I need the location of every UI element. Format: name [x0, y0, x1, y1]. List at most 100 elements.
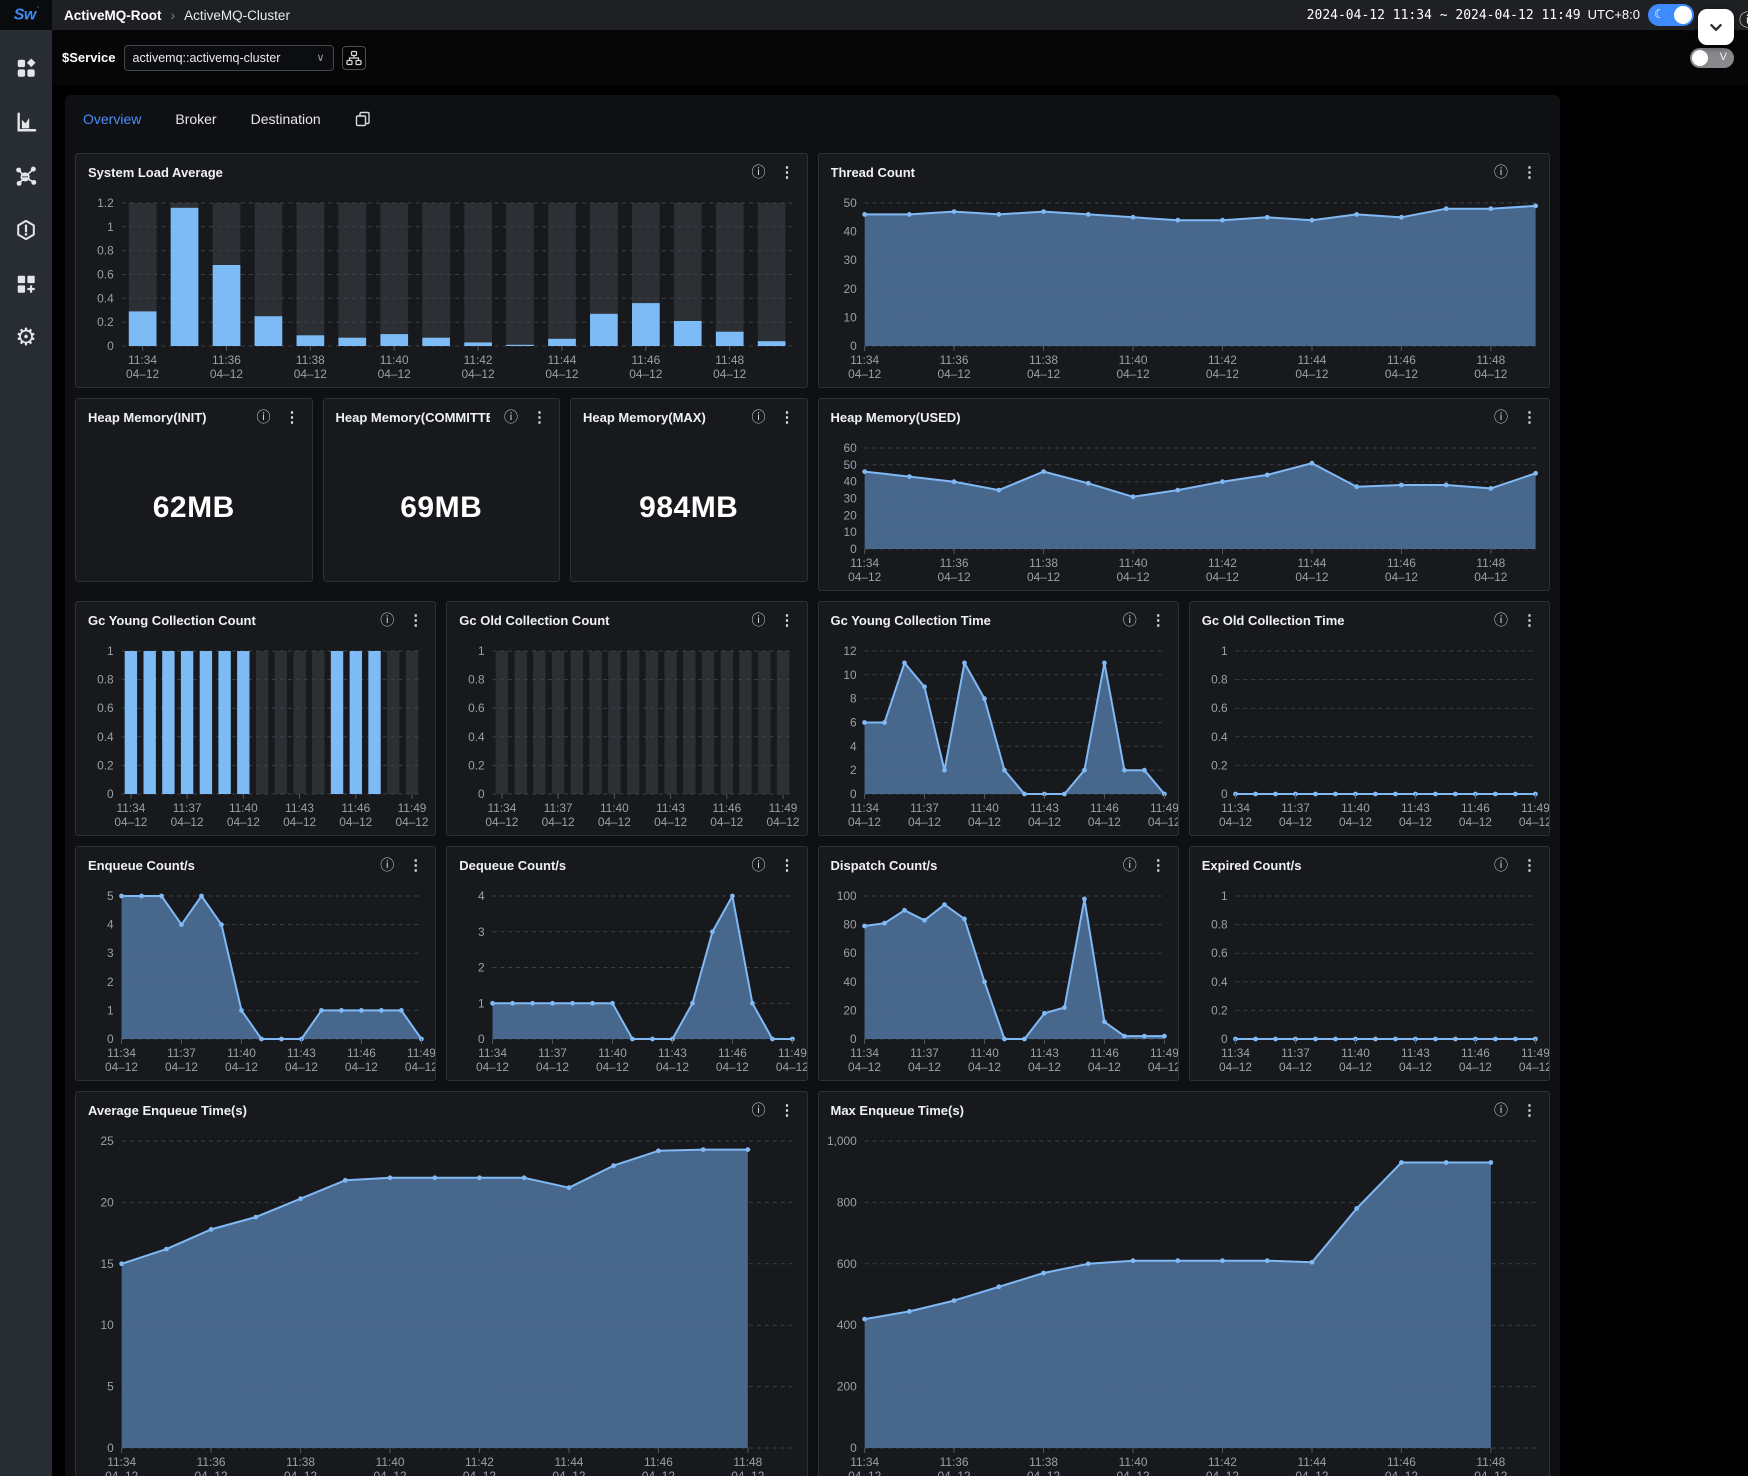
metrics-chart-icon[interactable]	[14, 110, 38, 134]
logo-box[interactable]: Swʾ	[0, 0, 52, 30]
kebab-menu-icon[interactable]: ⋮	[1151, 858, 1166, 873]
svg-text:11:49: 11:49	[1149, 1046, 1177, 1060]
svg-text:3: 3	[107, 946, 114, 960]
kebab-menu-icon[interactable]: ⋮	[1522, 410, 1537, 425]
svg-text:04–12: 04–12	[195, 1469, 228, 1476]
info-icon[interactable]: ⓘ	[1739, 6, 1748, 31]
svg-text:0.2: 0.2	[468, 758, 485, 772]
svg-text:11:46: 11:46	[1090, 801, 1119, 815]
svg-text:50: 50	[843, 458, 857, 472]
info-icon[interactable]: ⓘ	[752, 858, 766, 872]
svg-text:10: 10	[100, 1318, 114, 1332]
svg-text:0.4: 0.4	[1211, 975, 1228, 989]
svg-text:11:36: 11:36	[212, 353, 241, 367]
panel-title: Heap Memory(INIT)	[88, 410, 243, 425]
svg-text:04–12: 04–12	[284, 1469, 317, 1476]
svg-text:11:40: 11:40	[229, 801, 258, 815]
info-icon[interactable]: ⓘ	[1494, 165, 1508, 179]
kebab-menu-icon[interactable]: ⋮	[1522, 858, 1537, 873]
svg-text:8: 8	[850, 692, 857, 706]
svg-text:04–12: 04–12	[1205, 367, 1238, 381]
topology-icon[interactable]	[14, 164, 38, 188]
svg-text:12: 12	[843, 644, 857, 658]
svg-text:0.2: 0.2	[97, 315, 114, 329]
svg-text:0: 0	[1221, 787, 1228, 801]
panel-header: Max Enqueue Time(s)ⓘ⋮	[819, 1092, 1550, 1128]
info-icon[interactable]: ⓘ	[257, 410, 271, 424]
kebab-menu-icon[interactable]: ⋮	[1522, 165, 1537, 180]
collapse-header-button[interactable]	[1698, 9, 1734, 45]
info-icon[interactable]: ⓘ	[752, 1103, 766, 1117]
kebab-menu-icon[interactable]: ⋮	[780, 410, 795, 425]
svg-text:11:40: 11:40	[600, 801, 629, 815]
new-dashboard-icon[interactable]	[14, 272, 38, 296]
info-icon[interactable]: ⓘ	[1494, 858, 1508, 872]
info-icon[interactable]: ⓘ	[1494, 1103, 1508, 1117]
svg-text:4: 4	[107, 918, 114, 932]
panel-title: Average Enqueue Time(s)	[88, 1103, 738, 1118]
kebab-menu-icon[interactable]: ⋮	[780, 613, 795, 628]
dark-mode-toggle[interactable]: ☾	[1648, 4, 1694, 26]
topology-button[interactable]	[342, 46, 366, 70]
chart-canvas: 0102030405011:3404–1211:3604–1211:3804–1…	[819, 190, 1550, 382]
info-icon[interactable]: ⓘ	[1123, 858, 1137, 872]
alerting-icon[interactable]	[14, 218, 38, 242]
kebab-menu-icon[interactable]: ⋮	[408, 613, 423, 628]
info-icon[interactable]: ⓘ	[1494, 613, 1508, 627]
svg-text:04–12: 04–12	[1399, 1060, 1432, 1074]
info-icon[interactable]: ⓘ	[752, 613, 766, 627]
service-select[interactable]: activemq::activemq-cluster ∨	[124, 45, 334, 71]
info-icon[interactable]: ⓘ	[752, 410, 766, 424]
kebab-menu-icon[interactable]: ⋮	[285, 410, 300, 425]
info-icon[interactable]: ⓘ	[504, 410, 518, 424]
info-icon[interactable]: ⓘ	[752, 165, 766, 179]
tab-broker[interactable]: Broker	[175, 111, 216, 127]
tab-destination[interactable]: Destination	[251, 111, 321, 127]
svg-text:04–12: 04–12	[967, 815, 1000, 829]
svg-text:2: 2	[478, 960, 485, 974]
breadcrumb-root[interactable]: ActiveMQ-Root	[64, 8, 162, 23]
kebab-menu-icon[interactable]: ⋮	[1522, 613, 1537, 628]
dashboards-icon[interactable]	[14, 56, 38, 80]
kebab-menu-icon[interactable]: ⋮	[408, 858, 423, 873]
svg-text:11:34: 11:34	[1221, 1046, 1250, 1060]
chart-canvas: 01234511:3404–1211:3704–1211:4004–1211:4…	[76, 883, 435, 1075]
panel-title: Heap Memory(MAX)	[583, 410, 738, 425]
info-icon[interactable]: ⓘ	[1123, 613, 1137, 627]
chevron-down-icon	[1705, 16, 1727, 38]
svg-text:11:48: 11:48	[1476, 1455, 1505, 1469]
svg-text:11:44: 11:44	[555, 1455, 584, 1469]
tab-overview[interactable]: Overview	[83, 111, 141, 127]
kebab-menu-icon[interactable]: ⋮	[780, 1103, 795, 1118]
svg-text:5: 5	[107, 889, 114, 903]
svg-text:11:46: 11:46	[644, 1455, 673, 1469]
svg-text:11:46: 11:46	[713, 801, 742, 815]
svg-text:04–12: 04–12	[1027, 367, 1060, 381]
panel-header: Enqueue Count/sⓘ⋮	[76, 847, 435, 883]
kebab-menu-icon[interactable]: ⋮	[532, 410, 547, 425]
svg-text:04–12: 04–12	[1027, 815, 1060, 829]
copy-dashboard-icon[interactable]	[355, 111, 371, 127]
svg-text:11:42: 11:42	[1208, 1455, 1237, 1469]
time-range[interactable]: 2024-04-12 11:34 ~ 2024-04-12 11:49UTC+8…	[1307, 7, 1640, 23]
kebab-menu-icon[interactable]: ⋮	[780, 858, 795, 873]
view-toggle[interactable]: V	[1690, 48, 1734, 68]
kebab-menu-icon[interactable]: ⋮	[780, 165, 795, 180]
svg-text:40: 40	[843, 225, 857, 239]
panel-title: Expired Count/s	[1202, 858, 1480, 873]
svg-text:04–12: 04–12	[654, 815, 687, 829]
chart-canvas: 051015202511:3404–1211:3604–1211:3804–12…	[76, 1128, 807, 1476]
settings-gear-icon[interactable]: ⚙	[14, 326, 38, 350]
svg-text:04–12: 04–12	[345, 1060, 378, 1074]
kebab-menu-icon[interactable]: ⋮	[1151, 613, 1166, 628]
info-icon[interactable]: ⓘ	[1494, 410, 1508, 424]
svg-text:80: 80	[843, 918, 857, 932]
info-icon[interactable]: ⓘ	[380, 613, 394, 627]
svg-text:11:44: 11:44	[547, 353, 576, 367]
info-icon[interactable]: ⓘ	[380, 858, 394, 872]
kebab-menu-icon[interactable]: ⋮	[1522, 1103, 1537, 1118]
stat-body: 62MB	[76, 435, 312, 581]
svg-text:11:46: 11:46	[1461, 801, 1490, 815]
svg-text:11:36: 11:36	[197, 1455, 226, 1469]
panel-expired-count: Expired Count/sⓘ⋮00.20.40.60.8111:3404–1…	[1189, 846, 1550, 1081]
